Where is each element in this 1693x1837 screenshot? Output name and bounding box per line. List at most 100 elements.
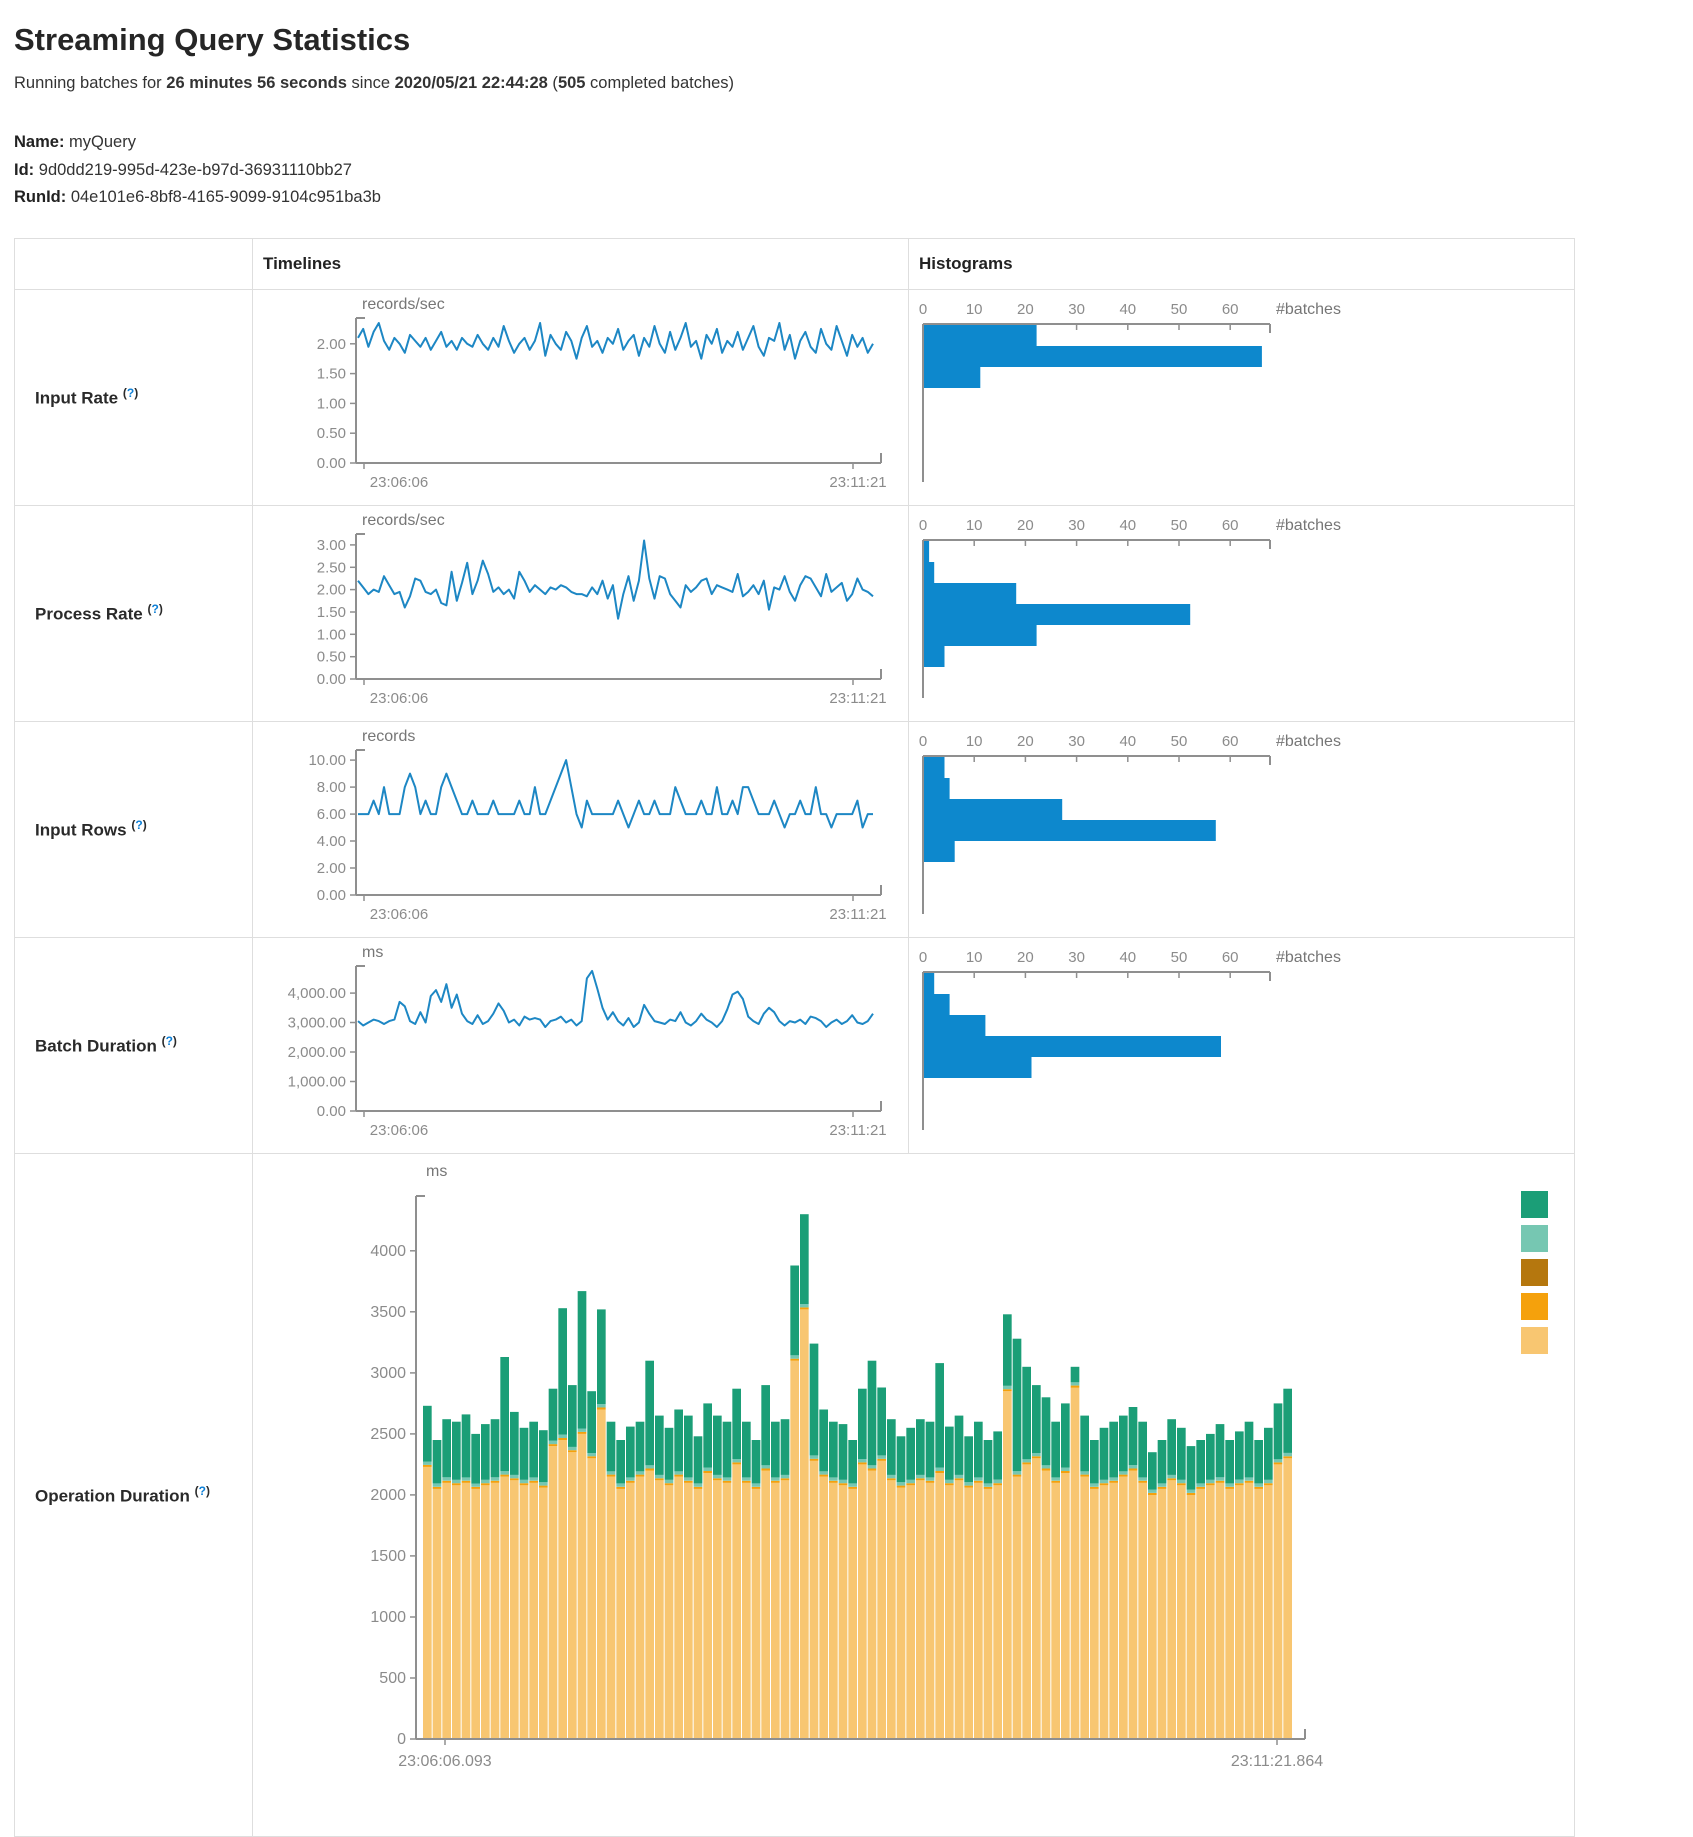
- svg-text:0.00: 0.00: [317, 887, 346, 904]
- query-id-row: Id: 9d0dd219-995d-423e-b97d-36931110bb27: [14, 157, 1693, 185]
- svg-text:20: 20: [1017, 517, 1034, 534]
- svg-text:#batches: #batches: [1276, 949, 1341, 966]
- svg-text:40: 40: [1119, 301, 1136, 318]
- query-name-label: Name:: [14, 133, 64, 151]
- query-meta: Name: myQuery Id: 9d0dd219-995d-423e-b97…: [14, 129, 1693, 212]
- process-rate-timeline-chart: records/sec0.000.501.001.502.002.503.002…: [253, 506, 907, 721]
- help-icon[interactable]: (?): [162, 1034, 177, 1048]
- legend-swatch: [1521, 1191, 1548, 1218]
- help-icon[interactable]: (?): [131, 818, 146, 832]
- help-icon[interactable]: (?): [147, 602, 162, 616]
- svg-text:0.00: 0.00: [317, 455, 346, 472]
- operation-duration-stacked-chart: ms0500100015002000250030003500400023:06:…: [253, 1154, 1573, 1836]
- batch-duration-histogram-chart: 0102030405060#batches: [909, 938, 1573, 1153]
- row-label-text: Batch Duration: [35, 1037, 157, 1056]
- table-header-row: Timelines Histograms: [15, 239, 1575, 290]
- svg-text:30: 30: [1068, 949, 1085, 966]
- svg-text:23:06:06.093: 23:06:06.093: [398, 1753, 492, 1770]
- svg-text:60: 60: [1222, 517, 1239, 534]
- svg-text:23:11:21: 23:11:21: [829, 474, 886, 491]
- svg-text:23:06:06: 23:06:06: [370, 690, 428, 707]
- svg-text:23:11:21: 23:11:21: [829, 906, 886, 923]
- help-icon[interactable]: (?): [195, 1484, 210, 1498]
- row-label-batch-duration: Batch Duration (?): [15, 938, 253, 1154]
- query-runid-row: RunId: 04e101e6-8bf8-4165-9099-9104c951b…: [14, 184, 1693, 212]
- svg-text:60: 60: [1222, 733, 1239, 750]
- col-header-timelines: Timelines: [253, 239, 909, 290]
- stats-table: Timelines Histograms Input Rate (?) reco…: [14, 238, 1575, 1837]
- svg-text:0: 0: [919, 517, 927, 534]
- svg-text:23:11:21.864: 23:11:21.864: [1231, 1753, 1323, 1770]
- batches-open: (: [548, 74, 558, 92]
- svg-text:30: 30: [1068, 733, 1085, 750]
- help-question: ?: [199, 1484, 206, 1498]
- svg-text:10: 10: [966, 301, 983, 318]
- process-rate-histogram-chart: 0102030405060#batches: [909, 506, 1573, 721]
- help-icon[interactable]: (?): [123, 386, 138, 400]
- row-label-operation-duration: Operation Duration (?): [15, 1154, 253, 1837]
- legend-swatch: [1521, 1327, 1548, 1354]
- svg-text:23:06:06: 23:06:06: [370, 474, 428, 491]
- help-paren: ): [143, 818, 147, 832]
- svg-text:6.00: 6.00: [317, 806, 346, 823]
- row-label-input-rows: Input Rows (?): [15, 722, 253, 938]
- svg-text:1.00: 1.00: [317, 396, 346, 413]
- running-timestamp: 2020/05/21 22:44:28: [395, 74, 548, 92]
- svg-text:3500: 3500: [370, 1304, 406, 1321]
- svg-text:#batches: #batches: [1276, 301, 1341, 318]
- svg-text:4,000.00: 4,000.00: [288, 985, 346, 1002]
- svg-text:1.50: 1.50: [317, 366, 346, 383]
- svg-text:3000: 3000: [370, 1365, 406, 1382]
- svg-text:records: records: [362, 728, 415, 745]
- svg-text:23:06:06: 23:06:06: [370, 1122, 428, 1139]
- running-summary: Running batches for 26 minutes 56 second…: [14, 74, 1693, 93]
- svg-text:2.00: 2.00: [317, 582, 346, 599]
- row-label-input-rate: Input Rate (?): [15, 290, 253, 506]
- query-id-value: 9d0dd219-995d-423e-b97d-36931110bb27: [39, 161, 352, 179]
- running-duration: 26 minutes 56 seconds: [166, 74, 347, 92]
- svg-text:0.00: 0.00: [317, 1103, 346, 1120]
- query-runid-label: RunId:: [14, 188, 66, 206]
- svg-text:ms: ms: [362, 944, 383, 961]
- query-runid-value: 04e101e6-8bf8-4165-9099-9104c951ba3b: [71, 188, 381, 206]
- input-rate-timeline-chart: records/sec0.000.501.001.502.0023:06:062…: [253, 290, 907, 505]
- svg-text:50: 50: [1171, 733, 1188, 750]
- row-label-text: Operation Duration: [35, 1486, 190, 1505]
- svg-text:1.50: 1.50: [317, 604, 346, 621]
- row-input-rows: Input Rows (?) records0.002.004.006.008.…: [15, 722, 1575, 938]
- svg-text:0: 0: [919, 949, 927, 966]
- help-question: ?: [151, 602, 158, 616]
- help-question: ?: [135, 818, 142, 832]
- query-name-value: myQuery: [69, 133, 136, 151]
- svg-text:20: 20: [1017, 949, 1034, 966]
- svg-text:1500: 1500: [370, 1548, 406, 1565]
- svg-text:0.50: 0.50: [317, 425, 346, 442]
- svg-text:500: 500: [379, 1670, 406, 1687]
- legend-swatch: [1521, 1293, 1548, 1320]
- query-id-label: Id:: [14, 161, 34, 179]
- svg-text:2.00: 2.00: [317, 860, 346, 877]
- svg-text:#batches: #batches: [1276, 517, 1341, 534]
- row-operation-duration: Operation Duration (?) ms050010001500200…: [15, 1154, 1575, 1837]
- svg-text:60: 60: [1222, 949, 1239, 966]
- help-paren: ): [173, 1034, 177, 1048]
- input-rows-timeline-chart: records0.002.004.006.008.0010.0023:06:06…: [253, 722, 907, 937]
- batch-duration-timeline-chart: ms0.001,000.002,000.003,000.004,000.0023…: [253, 938, 907, 1153]
- svg-text:3.00: 3.00: [317, 537, 346, 554]
- svg-text:ms: ms: [426, 1163, 447, 1180]
- input-rows-histogram-chart: 0102030405060#batches: [909, 722, 1573, 937]
- svg-text:1.00: 1.00: [317, 626, 346, 643]
- svg-text:0.50: 0.50: [317, 649, 346, 666]
- help-paren: ): [134, 386, 138, 400]
- svg-text:2000: 2000: [370, 1487, 406, 1504]
- svg-text:0: 0: [397, 1731, 406, 1748]
- svg-text:40: 40: [1119, 949, 1136, 966]
- row-batch-duration: Batch Duration (?) ms0.001,000.002,000.0…: [15, 938, 1575, 1154]
- svg-text:records/sec: records/sec: [362, 512, 445, 529]
- help-question: ?: [166, 1034, 173, 1048]
- svg-text:60: 60: [1222, 301, 1239, 318]
- svg-text:0.00: 0.00: [317, 671, 346, 688]
- svg-text:10.00: 10.00: [308, 752, 346, 769]
- batches-suffix: completed batches): [585, 74, 734, 92]
- svg-text:50: 50: [1171, 517, 1188, 534]
